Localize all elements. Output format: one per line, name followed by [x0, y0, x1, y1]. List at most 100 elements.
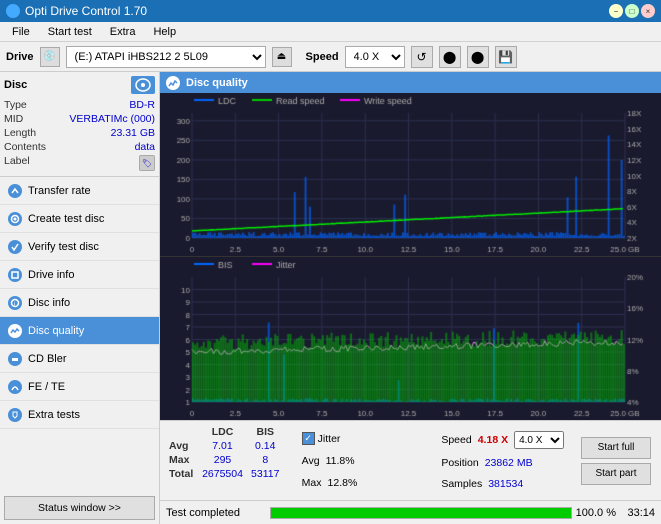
start-full-button[interactable]: Start full: [581, 437, 651, 459]
content-header-title: Disc quality: [186, 77, 248, 89]
start-part-button[interactable]: Start part: [581, 463, 651, 485]
total-label: Total: [166, 467, 198, 481]
max-label: Max: [166, 453, 198, 467]
status-bar: Test completed 100.0 % 33:14: [160, 500, 661, 524]
nav-label-create-test: Create test disc: [28, 213, 104, 225]
drive-bar: Drive 💿 (E:) ATAPI iHBS212 2 5L09 ⏏ Spee…: [0, 42, 661, 72]
app-title: Opti Drive Control 1.70: [25, 4, 147, 18]
nav-dot-extra-tests: [8, 408, 22, 422]
content-header: Disc quality: [160, 72, 661, 93]
disc-type-row: Type BD-R: [4, 98, 155, 112]
lower-chart: [160, 257, 661, 420]
nav-label-verify-test: Verify test disc: [28, 241, 99, 253]
svg-text:i: i: [14, 302, 15, 308]
label-icon: 🏷: [139, 155, 155, 171]
nav-dot-drive-info: [8, 268, 22, 282]
avg-jitter-val: 11.8%: [326, 455, 355, 467]
speed-label2: Speed: [441, 434, 471, 446]
disc-contents-val: data: [135, 141, 155, 153]
nav-verify-test-disc[interactable]: Verify test disc: [0, 233, 159, 261]
nav-label-cd-bler: CD Bler: [28, 353, 67, 365]
stats-bar: LDC BIS Avg 7.01 0.14 Max 295 8: [160, 420, 661, 500]
max-jitter-label: Max: [302, 477, 322, 489]
position-label: Position: [441, 457, 478, 469]
stats-row-max: Max 295 8: [166, 453, 290, 467]
disc-type-val: BD-R: [129, 99, 155, 111]
avg-jitter-row: Avg 11.8%: [302, 455, 426, 467]
drive-select[interactable]: (E:) ATAPI iHBS212 2 5L09: [66, 46, 266, 68]
menu-extra[interactable]: Extra: [102, 24, 144, 40]
jitter-row: ✓ Jitter: [302, 432, 426, 445]
disc-contents-key: Contents: [4, 141, 46, 153]
nav-cd-bler[interactable]: CD Bler: [0, 345, 159, 373]
nav-dot-fe-te: [8, 380, 22, 394]
avg-label: Avg: [166, 439, 198, 453]
maximize-button[interactable]: □: [625, 4, 639, 18]
disc-contents-row: Contents data: [4, 140, 155, 154]
lower-chart-canvas: [160, 257, 661, 420]
disc-label-key: Label: [4, 155, 30, 171]
nav-disc-quality[interactable]: Disc quality: [0, 317, 159, 345]
nav-extra-tests[interactable]: Extra tests: [0, 401, 159, 429]
minimize-button[interactable]: −: [609, 4, 623, 18]
nav-items: Transfer rate Create test disc Verify te…: [0, 177, 159, 492]
app-icon: [6, 4, 20, 18]
jitter-checkbox-container[interactable]: ✓ Jitter: [302, 432, 341, 445]
nav-label-drive-info: Drive info: [28, 269, 74, 281]
nav-dot-cd-bler: [8, 352, 22, 366]
charts-area: [160, 93, 661, 420]
disc-label-val: 🏷: [139, 155, 155, 171]
disc-type-key: Type: [4, 99, 27, 111]
speed-select2[interactable]: 4.0 X: [514, 431, 564, 449]
stats-row-total: Total 2675504 53117: [166, 467, 290, 481]
col-header-empty2: [283, 425, 289, 439]
avg-ldc: 7.01: [198, 439, 247, 453]
time-text: 33:14: [620, 507, 655, 519]
drive-label: Drive: [6, 51, 34, 63]
nav-fe-te[interactable]: FE / TE: [0, 373, 159, 401]
total-bis: 53117: [247, 467, 283, 481]
disc-length-row: Length 23.31 GB: [4, 126, 155, 140]
menu-help[interactable]: Help: [145, 24, 184, 40]
action-buttons: Start full Start part: [577, 425, 655, 496]
nav-transfer-rate[interactable]: Transfer rate: [0, 177, 159, 205]
col-header-bis: BIS: [247, 425, 283, 439]
total-ldc: 2675504: [198, 467, 247, 481]
nav-dot-verify-test: [8, 240, 22, 254]
save-button[interactable]: 💾: [495, 46, 517, 68]
max-ldc: 295: [198, 453, 247, 467]
nav-label-disc-quality: Disc quality: [28, 325, 84, 337]
status-window-button[interactable]: Status window >>: [4, 496, 155, 520]
refresh-button[interactable]: ↺: [411, 46, 433, 68]
col-header-ldc: LDC: [198, 425, 247, 439]
nav-label-fe-te: FE / TE: [28, 381, 65, 393]
position-val: 23862 MB: [485, 457, 533, 469]
speed-select[interactable]: 4.0 X: [345, 46, 405, 68]
nav-disc-info[interactable]: i Disc info: [0, 289, 159, 317]
eject-icon[interactable]: ⏏: [272, 47, 292, 67]
jitter-checkbox[interactable]: ✓: [302, 432, 315, 445]
settings-button2[interactable]: ⬤: [467, 46, 489, 68]
menu-file[interactable]: File: [4, 24, 38, 40]
stats-row-avg: Avg 7.01 0.14: [166, 439, 290, 453]
content-header-icon: [166, 76, 180, 90]
avg-bis: 0.14: [247, 439, 283, 453]
menu-start-test[interactable]: Start test: [40, 24, 100, 40]
disc-label-row: Label 🏷: [4, 154, 155, 172]
disc-length-val: 23.31 GB: [111, 127, 155, 139]
speed-row: Speed 4.18 X 4.0 X: [441, 431, 565, 449]
nav-create-test-disc[interactable]: Create test disc: [0, 205, 159, 233]
disc-length-key: Length: [4, 127, 36, 139]
nav-label-extra-tests: Extra tests: [28, 409, 80, 421]
stats-table: LDC BIS Avg 7.01 0.14 Max 295 8: [166, 425, 290, 496]
nav-dot-transfer-rate: [8, 184, 22, 198]
settings-button1[interactable]: ⬤: [439, 46, 461, 68]
close-button[interactable]: ×: [641, 4, 655, 18]
progress-bar: [270, 507, 572, 519]
max-jitter-row: Max 12.8%: [302, 477, 426, 489]
position-row: Position 23862 MB: [441, 457, 565, 469]
nav-drive-info[interactable]: Drive info: [0, 261, 159, 289]
upper-chart-canvas: [160, 93, 661, 256]
samples-val: 381534: [488, 478, 523, 490]
title-bar: Opti Drive Control 1.70 − □ ×: [0, 0, 661, 22]
